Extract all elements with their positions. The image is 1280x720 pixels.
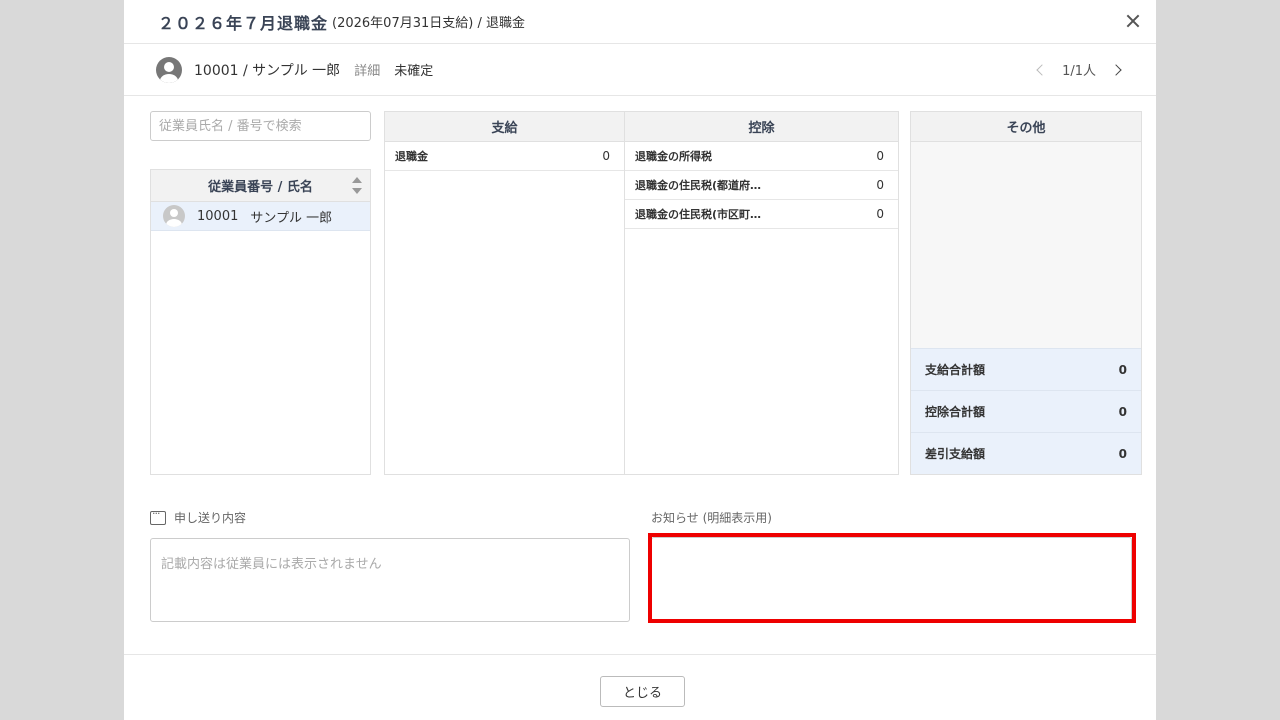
deduction-item[interactable]: 退職金の所得税 0: [625, 142, 898, 171]
close-icon[interactable]: [1122, 10, 1144, 32]
status-label: 未確定: [394, 64, 434, 79]
avatar: [156, 56, 182, 83]
close-button[interactable]: とじる: [600, 676, 685, 707]
total-label: 差引支給額: [925, 447, 986, 461]
deduction-item-label: 退職金の所得税: [635, 150, 712, 163]
payment-item-value: 0: [602, 149, 610, 163]
total-row-net: 差引支給額 0: [911, 432, 1141, 474]
pager-count: 1/1人: [1062, 64, 1096, 79]
pay-table: 支給 退職金 0 控除 退職金の所得税 0 退職金の住民税(都道府… 0 退職金…: [384, 111, 899, 475]
sort-icon[interactable]: [352, 177, 362, 195]
employee-list: 従業員番号 / 氏名 10001 サンプル 一郎: [150, 169, 371, 475]
modal-subtitle: (2026年07月31日支給) / 退職金: [332, 16, 525, 31]
notice-textarea[interactable]: [651, 537, 1132, 621]
employee-name: 10001 / サンプル 一郎: [194, 62, 341, 79]
total-row-deduction: 控除合計額 0: [911, 390, 1141, 432]
total-label: 支給合計額: [925, 363, 986, 377]
other-panel: その他 支給合計額 0 控除合計額 0 差引支給額 0: [910, 111, 1142, 475]
chevron-right-icon[interactable]: [1110, 63, 1122, 76]
search-input[interactable]: [150, 111, 371, 141]
other-header: その他: [911, 112, 1141, 142]
deduction-item-label: 退職金の住民税(都道府…: [635, 179, 762, 192]
detail-link[interactable]: 詳細: [354, 60, 380, 79]
memo-label-text: 申し送り内容: [174, 511, 247, 525]
chat-icon: [150, 507, 166, 525]
payments-column: 支給 退職金 0: [385, 112, 625, 474]
total-value: 0: [1118, 362, 1127, 377]
employee-row[interactable]: 10001 サンプル 一郎: [151, 202, 370, 231]
deduction-item-label: 退職金の住民税(市区町…: [635, 208, 762, 221]
total-label: 控除合計額: [925, 405, 986, 419]
total-row-payment: 支給合計額 0: [911, 348, 1141, 390]
payslip-modal: ２０２６年７月退職金 (2026年07月31日支給) / 退職金 10001 /…: [124, 0, 1156, 720]
deduction-item-value: 0: [876, 207, 884, 221]
deductions-column: 控除 退職金の所得税 0 退職金の住民税(都道府… 0 退職金の住民税(市区町……: [625, 112, 898, 474]
total-value: 0: [1118, 404, 1127, 419]
memo-label: 申し送り内容: [150, 507, 247, 526]
modal-footer: とじる: [124, 654, 1156, 720]
chevron-left-icon[interactable]: [1036, 63, 1048, 76]
totals: 支給合計額 0 控除合計額 0 差引支給額 0: [911, 348, 1141, 474]
avatar: [163, 205, 185, 227]
deduction-item[interactable]: 退職金の住民税(都道府… 0: [625, 171, 898, 200]
notice-label: お知らせ (明細表示用): [651, 511, 772, 525]
employee-list-header-label: 従業員番号 / 氏名: [208, 180, 313, 195]
employee-list-header[interactable]: 従業員番号 / 氏名: [151, 170, 370, 202]
pager: 1/1人: [1036, 60, 1122, 79]
total-value: 0: [1118, 446, 1127, 461]
deduction-item[interactable]: 退職金の住民税(市区町… 0: [625, 200, 898, 229]
deductions-header: 控除: [625, 112, 898, 142]
deduction-item-value: 0: [876, 178, 884, 192]
employee-row-name: サンプル 一郎: [250, 210, 333, 226]
payment-item[interactable]: 退職金 0: [385, 142, 624, 171]
modal-header: ２０２６年７月退職金 (2026年07月31日支給) / 退職金: [124, 0, 1156, 44]
modal-title: ２０２６年７月退職金: [158, 13, 329, 33]
payment-item-label: 退職金: [395, 150, 428, 163]
memo-textarea[interactable]: [150, 538, 630, 622]
deduction-item-value: 0: [876, 149, 884, 163]
payments-header: 支給: [385, 112, 624, 142]
employee-number: 10001: [197, 208, 239, 224]
employee-bar: 10001 / サンプル 一郎 詳細 未確定 1/1人: [124, 44, 1156, 96]
